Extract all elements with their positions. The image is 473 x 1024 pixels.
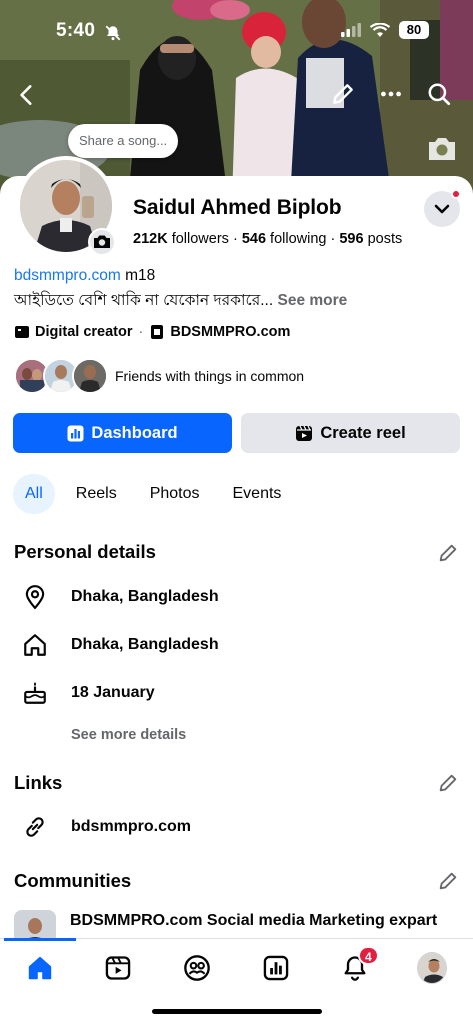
followers-label[interactable]: followers	[168, 231, 229, 247]
edit-pencil-icon[interactable]	[437, 772, 459, 794]
silent-bell-icon	[105, 25, 121, 41]
friends-common-label: Friends with things in common	[115, 368, 305, 384]
tab-photos[interactable]: Photos	[138, 474, 212, 514]
video-icon	[105, 956, 131, 980]
notifications-badge: 4	[358, 946, 379, 965]
bio-suffix: m18	[120, 267, 156, 284]
edit-profile-icon[interactable]	[330, 81, 356, 107]
bio-text: আইডিতে বেশি থাকি না যেকোন দরকারে...	[14, 292, 274, 309]
nav-home[interactable]	[25, 953, 55, 983]
create-reel-button[interactable]: Create reel	[241, 413, 460, 453]
status-time: 5:40	[56, 20, 96, 41]
dashboard-label: Dashboard	[91, 423, 178, 442]
personal-details-title: Personal details	[14, 541, 156, 562]
cover-camera-icon[interactable]	[425, 134, 459, 164]
profile-stats: 212K followers · 546 following · 596 pos…	[133, 231, 402, 247]
tab-all[interactable]: All	[13, 474, 55, 514]
page-icon	[151, 325, 164, 339]
category-label: Digital creator	[35, 324, 133, 340]
profile-camera-button[interactable]	[88, 228, 116, 256]
bio-link[interactable]: bdsmmpro.com	[14, 267, 121, 284]
share-song-bubble[interactable]: Share a song...	[68, 124, 179, 158]
community-name: BDSMMPRO.com Social media Marketing expa…	[70, 912, 438, 929]
posts-label: posts	[363, 231, 403, 247]
tab-reels[interactable]: Reels	[64, 474, 129, 514]
home-icon	[24, 634, 46, 656]
reel-icon	[296, 425, 313, 441]
detail-location: Dhaka, Bangladesh	[20, 582, 219, 612]
bio-text-line: আইডিতে বেশি থাকি না যেকোন দরকারে... See …	[14, 288, 347, 314]
profile-tabs: All Reels Photos Events	[13, 474, 302, 514]
links-title: Links	[14, 772, 63, 793]
profile-name: Saidul Ahmed Biplob	[133, 196, 342, 219]
friend-avatar	[72, 358, 108, 394]
friends-icon	[184, 955, 210, 981]
nav-dashboard[interactable]	[261, 953, 291, 983]
link-url[interactable]: bdsmmpro.com	[71, 818, 191, 836]
location-pin-icon	[25, 585, 45, 610]
create-reel-label: Create reel	[320, 423, 406, 442]
status-bar: 5:40 80	[0, 18, 473, 46]
nav-video[interactable]	[103, 953, 133, 983]
friends-in-common-row[interactable]: Friends with things in common	[14, 357, 304, 395]
followers-count[interactable]: 212K	[133, 231, 168, 247]
hometown-text: Dhaka, Bangladesh	[71, 636, 219, 653]
page-name-link[interactable]: BDSMMPRO.com	[170, 324, 290, 340]
dashboard-icon	[263, 955, 289, 981]
following-count[interactable]: 546	[242, 231, 266, 247]
profile-avatar	[417, 952, 447, 984]
bio-line: bdsmmpro.com m18	[14, 267, 155, 285]
birthday-cake-icon	[24, 682, 46, 704]
notification-dot	[451, 189, 461, 199]
edit-pencil-icon[interactable]	[437, 870, 459, 892]
active-tab-indicator	[4, 938, 76, 941]
home-icon	[28, 956, 52, 980]
battery-level: 80	[399, 21, 429, 39]
status-indicators: 80	[341, 21, 429, 39]
camera-icon	[94, 235, 110, 248]
stats-separator: ·	[326, 231, 340, 247]
creator-icon	[15, 326, 29, 338]
edit-pencil-icon[interactable]	[437, 542, 459, 564]
detail-hometown: Dhaka, Bangladesh	[20, 630, 219, 660]
communities-title: Communities	[14, 870, 132, 891]
dashboard-button[interactable]: Dashboard	[13, 413, 232, 453]
link-icon	[26, 817, 44, 837]
following-label[interactable]: following	[266, 231, 326, 247]
dashboard-icon	[67, 425, 84, 441]
nav-profile[interactable]	[417, 952, 447, 984]
detail-birthday: 18 January	[20, 678, 155, 708]
tab-events[interactable]: Events	[221, 474, 294, 514]
home-indicator[interactable]	[152, 1009, 322, 1014]
detail-link: bdsmmpro.com	[20, 812, 191, 842]
location-text: Dhaka, Bangladesh	[71, 588, 219, 605]
wifi-icon	[370, 22, 390, 37]
search-icon[interactable]	[426, 81, 452, 107]
more-options-icon[interactable]	[378, 81, 404, 107]
category-separator: ·	[138, 324, 144, 340]
stats-separator: ·	[228, 231, 242, 247]
category-row: Digital creator · BDSMMPRO.com	[14, 324, 290, 340]
back-arrow-icon[interactable]	[14, 82, 40, 108]
nav-friends[interactable]	[182, 953, 212, 983]
see-more-link[interactable]: See more	[273, 292, 347, 309]
posts-count: 596	[339, 231, 364, 247]
signal-icon	[341, 23, 361, 37]
see-more-details-link[interactable]: See more details	[71, 727, 186, 743]
birthday-text: 18 January	[71, 684, 155, 701]
